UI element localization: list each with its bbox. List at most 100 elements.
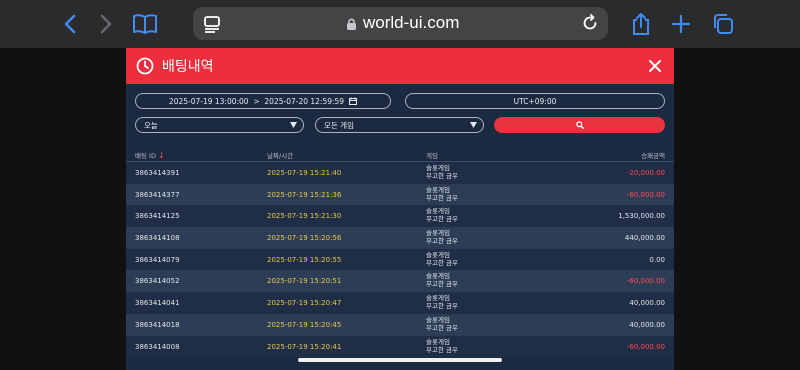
game-type: 슬롯게임 [426,337,450,346]
tabs-icon [714,14,733,34]
share-button[interactable] [627,10,655,38]
bet-datetime: 2025-07-19 15:20:56 [267,234,342,243]
bet-datetime: 2025-07-19 15:20:45 [267,320,342,329]
table-body: 3863414391 2025-07-19 15:21:40 슬롯게임 무고한 금우 -… [126,162,674,358]
tab-overview-icon [204,16,220,33]
game-name: 무고한 금우 [426,302,458,311]
timezone-selector[interactable]: UTC+09:00 [405,93,665,109]
bet-game: 슬롯게임 무고한 금우 [426,272,458,288]
bet-game: 슬롯게임 무고한 금우 [426,207,458,223]
calendar-icon [349,97,358,105]
win-loss-amount: -60,000.00 [626,277,665,286]
game-select[interactable]: 모든 게임 [315,117,484,133]
bet-game: 슬롯게임 무고한 금우 [426,338,458,354]
chevron-right-icon [100,14,112,34]
win-loss-amount: -20,000.00 [626,169,665,177]
betting-history-dialog: 배팅내역 2025-07-19 13:00:00 > 2025-07-20 12… [126,48,674,370]
bet-datetime: 2025-07-19 15:20:47 [267,299,342,308]
game-type: 슬롯게임 [426,207,450,216]
dialog-title: 배팅내역 [162,58,214,74]
game-select-value: 모든 게임 [324,120,354,130]
bet-id: 3863414052 [135,277,180,286]
sort-arrow-icon: ↓ [158,151,165,160]
win-loss-amount: 0.00 [649,255,665,264]
game-type: 슬롯게임 [426,294,450,303]
game-name: 무고한 금우 [426,258,458,267]
game-type: 슬롯게임 [426,185,450,194]
game-name: 무고한 금우 [426,215,458,224]
search-icon [575,121,584,129]
bet-id: 3863414018 [135,320,180,329]
clock-icon [136,57,154,75]
dialog-header: 배팅내역 [126,48,674,84]
search-button[interactable] [494,117,665,133]
tabs-button[interactable] [709,10,737,38]
bet-datetime: 2025-07-19 15:20:51 [267,277,342,286]
win-loss-amount: 440,000.00 [624,234,665,243]
win-loss-amount: 1,530,000.00 [618,212,665,221]
game-name: 무고한 금우 [426,345,458,354]
win-loss-amount: -60,000.00 [626,190,665,199]
game-type: 슬롯게임 [426,164,450,172]
bet-game: 슬롯게임 무고한 금우 [426,294,458,310]
book-icon [133,14,157,34]
bet-game: 슬롯게임 무고한 금우 [426,164,458,180]
new-tab-button[interactable] [667,10,695,38]
date-range-text: 2025-07-19 13:00:00 > 2025-07-20 12:59:5… [168,96,345,106]
bet-id: 3863414041 [135,299,180,308]
url-text: world-ui.com [363,13,460,32]
bet-id: 3863414108 [135,234,180,243]
bookmarks-button[interactable] [131,10,159,38]
game-name: 무고한 금우 [426,237,458,246]
chevron-left-icon [64,14,76,34]
column-header-id[interactable]: 배팅 ID ↓ [135,150,165,160]
game-name: 무고한 금우 [426,280,458,289]
game-type: 슬롯게임 [426,315,450,324]
forward-button[interactable] [92,10,120,38]
column-header-amount: 승패금액 [641,152,665,160]
win-loss-amount: -60,000.00 [626,342,665,351]
table-row: 3863414391 2025-07-19 15:21:40 슬롯게임 무고한 금우 -… [126,162,674,184]
period-select-value: 오늘 [144,120,158,130]
win-loss-amount: 40,000.00 [629,320,665,329]
bet-game: 슬롯게임 무고한 금우 [426,251,458,267]
bet-datetime: 2025-07-19 15:21:30 [267,212,342,221]
game-type: 슬롯게임 [426,250,450,259]
lock-icon [347,18,356,30]
close-icon[interactable] [648,59,662,73]
table-row: 3863414079 2025-07-19 15:20:55 슬롯게임 무고한 금우 0… [126,248,674,271]
share-icon [633,13,649,35]
bet-datetime: 2025-07-19 15:21:40 [267,169,342,177]
game-name: 무고한 금우 [426,172,458,180]
caret-down-icon [290,122,297,128]
timezone-text: UTC+09:00 [513,96,557,106]
caret-down-icon [470,122,477,128]
date-range-picker[interactable]: 2025-07-19 13:00:00 > 2025-07-20 12:59:5… [135,93,391,109]
table-row: 3863414018 2025-07-19 15:20:45 슬롯게임 무고한 금우 4… [126,313,674,336]
reload-icon[interactable] [581,14,599,32]
table-row: 3863414041 2025-07-19 15:20:47 슬롯게임 무고한 금우 4… [126,292,674,314]
bet-datetime: 2025-07-19 15:20:55 [267,255,342,264]
table-row: 3863414008 2025-07-19 15:20:41 슬롯게임 무고한 금우 -… [126,335,674,358]
bet-id: 3863414391 [135,169,180,177]
back-button[interactable] [56,10,84,38]
table-row: 3863414377 2025-07-19 15:21:36 슬롯게임 무고한 금우 -… [126,183,674,206]
game-name: 무고한 금우 [426,193,458,202]
bet-datetime: 2025-07-19 15:20:41 [267,342,342,351]
bet-game: 슬롯게임 무고한 금우 [426,229,458,245]
address-bar[interactable]: world-ui.com [193,7,608,40]
period-select[interactable]: 오늘 [135,117,304,133]
game-name: 무고한 금우 [426,323,458,332]
table-row: 3863414108 2025-07-19 15:20:56 슬롯게임 무고한 금우 4… [126,227,674,249]
bet-datetime: 2025-07-19 15:21:36 [267,190,342,199]
bet-game: 슬롯게임 무고한 금우 [426,186,458,202]
plus-icon [671,14,691,34]
home-indicator[interactable] [298,358,502,362]
game-type: 슬롯게임 [426,229,450,238]
table-row: 3863414125 2025-07-19 15:21:30 슬롯게임 무고한 금우 1… [126,205,674,228]
browser-toolbar: world-ui.com [0,0,800,48]
game-type: 슬롯게임 [426,272,450,281]
table-row: 3863414052 2025-07-19 15:20:51 슬롯게임 무고한 금우 -… [126,270,674,293]
table-header: 배팅 ID ↓ 날짜/시간 게임 승패금액 [126,146,674,162]
bet-id: 3863414377 [135,190,180,199]
